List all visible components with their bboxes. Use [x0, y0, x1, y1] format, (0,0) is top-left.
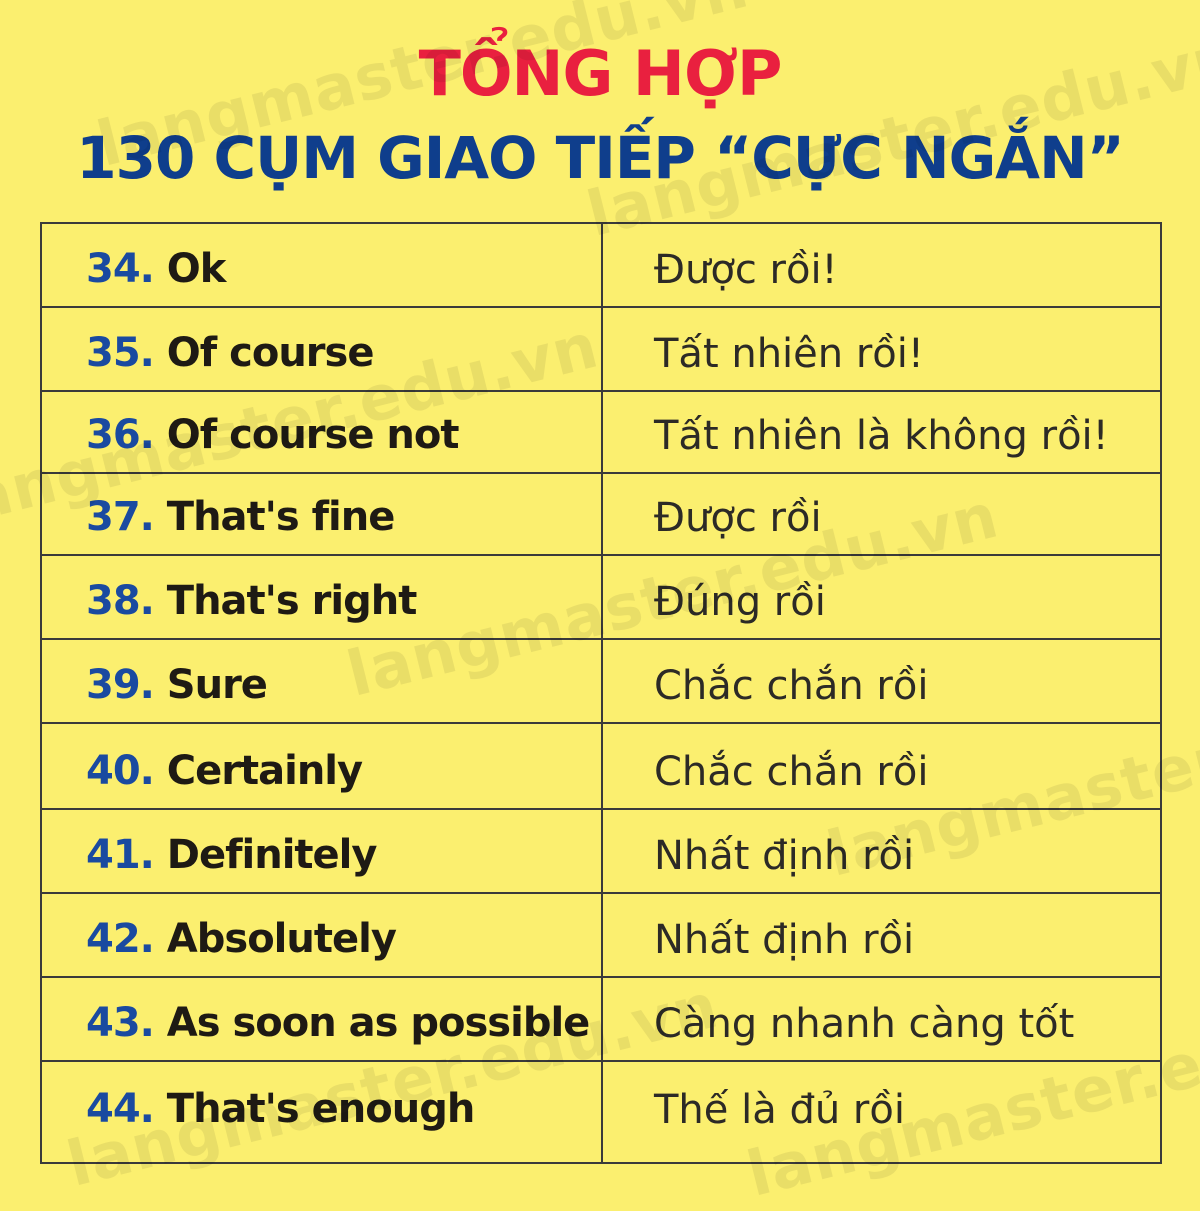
phrase-english: 40. Certainly	[86, 726, 363, 810]
phrase-text: That's enough	[166, 1086, 476, 1132]
table-row: 43. As soon as possible Càng nhanh càng …	[42, 978, 1160, 1062]
table-row: 42. Absolutely Nhất định rồi	[42, 894, 1160, 978]
phrase-english: 35. Of course	[86, 308, 375, 392]
table-row: 44. That's enough Thế là đủ rồi	[42, 1064, 1160, 1148]
phrase-number: 36.	[86, 412, 155, 458]
phrase-vietnamese: Càng nhanh càng tốt	[654, 1001, 1075, 1047]
phrase-number: 34.	[86, 246, 155, 292]
phrase-vietnamese: Đúng rồi	[654, 579, 826, 625]
phrase-vietnamese: Chắc chắn rồi	[654, 749, 929, 795]
phrase-english: 43. As soon as possible	[86, 978, 591, 1062]
table-row: 35. Of course Tất nhiên rồi!	[42, 308, 1160, 392]
phrase-text: Certainly	[166, 748, 363, 794]
phrase-number: 40.	[86, 748, 155, 794]
phrase-english: 34. Ok	[86, 224, 227, 308]
phrase-text: Of course	[166, 330, 375, 376]
phrase-vietnamese: Tất nhiên rồi!	[654, 331, 924, 377]
phrase-table: 34. Ok Được rồi! 35. Of course Tất nhiên…	[40, 222, 1162, 1164]
phrase-text: Of course not	[166, 412, 460, 458]
phrase-text: As soon as possible	[166, 1000, 591, 1046]
phrase-vietnamese: Thế là đủ rồi	[654, 1087, 905, 1133]
page-subtitle: 130 CỤM GIAO TIẾP “CỰC NGẮN”	[76, 124, 1124, 192]
table-row: 40. Certainly Chắc chắn rồi	[42, 726, 1160, 810]
phrase-number: 43.	[86, 1000, 155, 1046]
phrase-english: 44. That's enough	[86, 1064, 476, 1148]
phrase-english: 38. That's right	[86, 556, 418, 640]
phrase-number: 44.	[86, 1086, 155, 1132]
phrase-vietnamese: Nhất định rồi	[654, 917, 915, 963]
phrase-vietnamese: Được rồi!	[654, 247, 838, 293]
phrase-text: That's fine	[166, 494, 396, 540]
table-row: 34. Ok Được rồi!	[42, 224, 1160, 308]
phrase-number: 41.	[86, 832, 155, 878]
phrase-number: 37.	[86, 494, 155, 540]
phrase-text: Sure	[166, 662, 268, 708]
phrase-text: Ok	[166, 246, 227, 292]
phrase-english: 36. Of course not	[86, 390, 460, 474]
phrase-english: 42. Absolutely	[86, 894, 397, 978]
phrase-vietnamese: Chắc chắn rồi	[654, 663, 929, 709]
phrase-number: 42.	[86, 916, 155, 962]
table-row: 41. Definitely Nhất định rồi	[42, 810, 1160, 894]
phrase-vietnamese: Nhất định rồi	[654, 833, 915, 879]
table-row: 37. That's fine Được rồi	[42, 472, 1160, 556]
phrase-english: 39. Sure	[86, 640, 268, 724]
phrase-text: That's right	[166, 578, 418, 624]
phrase-vietnamese: Tất nhiên là không rồi!	[654, 413, 1109, 459]
phrase-text: Definitely	[166, 832, 378, 878]
table-row: 38. That's right Đúng rồi	[42, 556, 1160, 640]
phrase-text: Absolutely	[166, 916, 397, 962]
phrase-number: 39.	[86, 662, 155, 708]
phrase-number: 38.	[86, 578, 155, 624]
phrase-number: 35.	[86, 330, 155, 376]
table-row: 39. Sure Chắc chắn rồi	[42, 640, 1160, 724]
table-row: 36. Of course not Tất nhiên là không rồi…	[42, 390, 1160, 474]
phrase-english: 37. That's fine	[86, 472, 396, 556]
phrase-vietnamese: Được rồi	[654, 495, 822, 541]
phrase-english: 41. Definitely	[86, 810, 378, 894]
page-title: TỔNG HỢP	[418, 37, 783, 110]
